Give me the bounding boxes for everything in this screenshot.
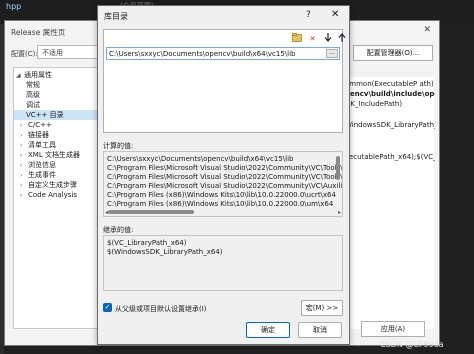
list-item: C:\Program Files (x86)\Windows Kits\10\l… bbox=[107, 191, 336, 199]
property-tree[interactable]: ◢ 通用属性 常规 高级 调试 VC++ 目录 › C/C++ › 链接器 › 清单工具… bbox=[13, 67, 105, 329]
computed-values-label: 计算的值: bbox=[103, 142, 134, 150]
move-up-icon[interactable] bbox=[335, 33, 348, 45]
list-item: $(WindowsSDK_LibraryPath_x64) bbox=[107, 248, 223, 256]
property-value-line: ommon(ExecutableP ath) bbox=[345, 80, 434, 88]
property-values-panel: ommon(ExecutableP ath) pencv\build\inclu… bbox=[341, 77, 435, 329]
scroll-left-icon[interactable]: ◂ bbox=[105, 209, 108, 216]
list-item: C:\Program Files\Microsoft Visual Studio… bbox=[107, 164, 343, 172]
tree-item-common-properties[interactable]: ◢ 通用属性 bbox=[16, 70, 52, 80]
new-line-icon[interactable] bbox=[291, 33, 304, 45]
inherit-checkbox[interactable]: ✓ bbox=[103, 303, 112, 312]
vertical-scrollbar[interactable] bbox=[336, 156, 340, 180]
delete-icon[interactable]: ✕ bbox=[306, 33, 319, 45]
tree-item-manifest-tool[interactable]: › 清单工具 bbox=[20, 140, 56, 150]
library-directories-dialog: 库目录 ? ✕ ✕ C:\Users\sxxyc\Documents\openc… bbox=[97, 5, 350, 345]
move-down-icon[interactable] bbox=[321, 33, 334, 45]
tree-item-cpp[interactable]: › C/C++ bbox=[20, 120, 52, 130]
cancel-button[interactable]: 取消 bbox=[298, 322, 342, 338]
inherited-values-label: 继承的值: bbox=[103, 226, 134, 234]
chevron-right-icon: › bbox=[20, 192, 23, 199]
macros-button[interactable]: 宏(M) >> bbox=[301, 300, 343, 316]
tree-item-code-analysis[interactable]: › Code Analysis bbox=[20, 190, 77, 200]
horizontal-scrollbar[interactable] bbox=[108, 210, 194, 214]
directory-path-text[interactable]: C:\Users\sxxyc\Documents\opencv\build\x6… bbox=[109, 50, 296, 58]
tree-item-custom-build-step[interactable]: › 自定义生成步骤 bbox=[20, 180, 77, 190]
property-pages-title: Release 属性页 bbox=[11, 28, 66, 37]
tree-item-xml-doc-generator[interactable]: › XML 文档生成器 bbox=[20, 150, 80, 160]
ok-button[interactable]: 确定 bbox=[246, 322, 290, 338]
list-item: C:\Users\sxxyc\Documents\opencv\build\x6… bbox=[107, 155, 294, 163]
chevron-down-icon: ◢ bbox=[16, 72, 21, 79]
help-icon[interactable]: ? bbox=[306, 10, 311, 20]
property-value-line: WindowsSDK_LibraryPath_x64) bbox=[345, 121, 435, 129]
property-pages-close-icon[interactable]: ✕ bbox=[423, 25, 431, 35]
ide-file-tab[interactable]: hpp bbox=[6, 2, 21, 11]
watermark: CSDN @CF996a bbox=[380, 340, 444, 349]
config-label: 配置(C): bbox=[11, 50, 38, 58]
property-value-line: DK_IncludePath) bbox=[345, 100, 403, 108]
scroll-right-icon[interactable]: ▸ bbox=[338, 209, 341, 216]
computed-values-list[interactable]: C:\Users\sxxyc\Documents\opencv\build\x6… bbox=[103, 151, 343, 217]
apply-button[interactable]: 应用(A) bbox=[361, 321, 425, 337]
directory-edit-box[interactable]: ✕ C:\Users\sxxyc\Documents\opencv\build\… bbox=[103, 29, 345, 133]
list-item: C:\Program Files\Microsoft Visual Studio… bbox=[107, 173, 343, 181]
config-select[interactable]: 不适用 bbox=[37, 45, 99, 59]
tree-item-debugging[interactable]: 调试 bbox=[26, 100, 40, 110]
config-manager-button[interactable]: 配置管理器(O)... bbox=[353, 45, 433, 61]
property-value-line: pencv\build\include\ope bbox=[345, 90, 435, 98]
directory-entry-row[interactable]: C:\Users\sxxyc\Documents\opencv\build\x6… bbox=[106, 47, 340, 60]
tree-item-linker[interactable]: › 链接器 bbox=[20, 130, 49, 140]
close-icon[interactable]: ✕ bbox=[331, 9, 339, 20]
tree-item-general[interactable]: 常规 bbox=[26, 80, 40, 90]
tree-item-build-events[interactable]: › 生成事件 bbox=[20, 170, 56, 180]
tree-item-vc-directories[interactable]: VC++ 目录 bbox=[14, 110, 104, 120]
dialog-title: 库目录 bbox=[104, 12, 128, 21]
inherited-values-list[interactable]: $(VC_LibraryPath_x64) $(WindowsSDK_Libra… bbox=[103, 235, 343, 291]
tree-item-browse-info[interactable]: › 浏览信息 bbox=[20, 160, 56, 170]
tree-item-advanced[interactable]: 高级 bbox=[26, 90, 40, 100]
list-item: C:\Program Files (x86)\Windows Kits\10\l… bbox=[107, 200, 334, 208]
browse-button[interactable]: ... bbox=[326, 49, 338, 58]
list-item: C:\Program Files\Microsoft Visual Studio… bbox=[107, 182, 343, 190]
inherit-checkbox-label[interactable]: 从父级或项目默认设置继承(I) bbox=[115, 304, 207, 314]
property-value-line: xecutablePath_x64);$(VC_I bbox=[345, 153, 435, 161]
list-item: $(VC_LibraryPath_x64) bbox=[107, 239, 187, 247]
